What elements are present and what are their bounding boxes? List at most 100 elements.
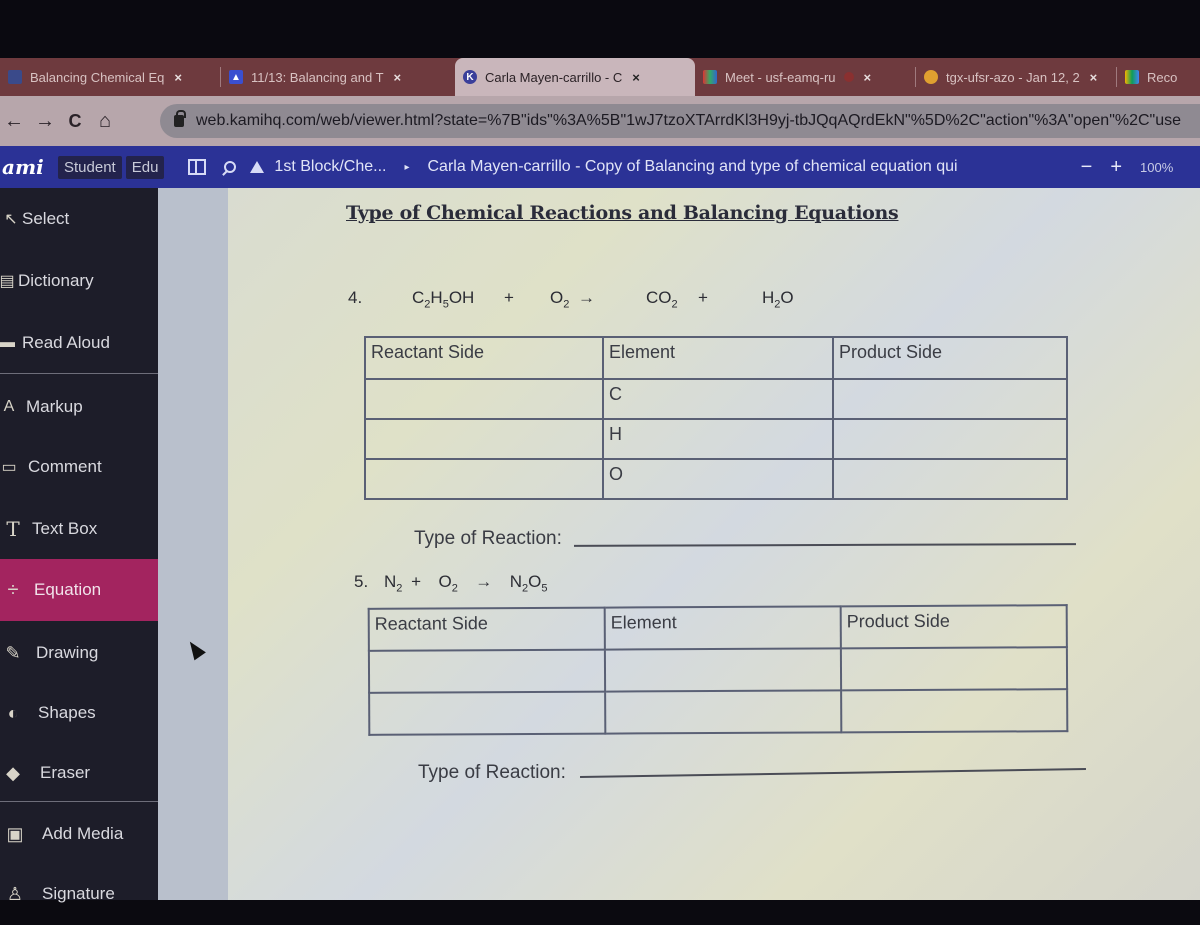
close-icon[interactable]: × <box>174 70 182 85</box>
header-element: Element <box>604 606 841 650</box>
problem-4-product-1: CO2 <box>646 288 678 311</box>
comment-icon: ▭ <box>1 459 17 476</box>
zoom-level[interactable]: 100% <box>1140 160 1200 175</box>
page-gutter <box>158 188 228 900</box>
sidebar-item-read-aloud[interactable]: ▬ Read Aloud <box>0 312 158 374</box>
eraser-icon: ◆ <box>6 762 20 783</box>
close-icon[interactable]: × <box>394 70 402 85</box>
shapes-icon: ◐ <box>7 702 19 723</box>
element-cell[interactable] <box>604 648 842 692</box>
tab-meet[interactable]: Meet - usf-eamq-ru × <box>695 58 915 96</box>
problem-4-plus-2: + <box>698 288 708 307</box>
document-title: Type of Chemical Reactions and Balancing… <box>346 202 899 224</box>
close-icon[interactable]: × <box>1090 70 1098 85</box>
meet-recording-icon <box>924 70 938 84</box>
close-icon[interactable]: × <box>632 70 640 85</box>
sidebar-item-text-box[interactable]: T Text Box <box>0 498 158 560</box>
sidebar-item-equation[interactable]: ÷ Equation <box>0 559 158 621</box>
reload-button[interactable]: C <box>60 111 90 132</box>
tab-label: Carla Mayen-carrillo - C <box>485 69 623 85</box>
problem-5-equation: N2 + O2 → N2O5 <box>384 572 548 595</box>
sidebar-item-label: Drawing <box>36 643 99 662</box>
sidebar-item-comment[interactable]: ▭ Comment <box>0 436 158 498</box>
breadcrumb-document[interactable]: Carla Mayen-carrillo - Copy of Balancing… <box>428 158 958 176</box>
kami-logo[interactable]: ami <box>0 155 50 179</box>
screen: Balancing Chemical Eq × ▲ 11/13: Balanci… <box>0 0 1200 904</box>
document-page[interactable]: Type of Chemical Reactions and Balancing… <box>228 188 1200 900</box>
problem-5-balance-table: Reactant Side Element Product Side <box>368 604 1069 736</box>
tab-carla-mayen-carrillo[interactable]: K Carla Mayen-carrillo - C × <box>455 58 695 96</box>
product-count-cell[interactable] <box>832 378 1068 420</box>
zoom-in-button[interactable]: + <box>1110 156 1122 179</box>
reactant-count-cell[interactable] <box>369 691 606 735</box>
table-header-row: Reactant Side Element Product Side <box>364 336 1068 380</box>
breadcrumb-folder[interactable]: 1st Block/Che... <box>274 158 386 176</box>
reactant-count-cell[interactable] <box>368 649 606 693</box>
table-row: H <box>364 418 1068 460</box>
sidebar-item-label: Signature <box>42 884 115 903</box>
sidebar-item-label: Add Media <box>42 824 124 843</box>
sidebar-item-label: Read Aloud <box>22 333 110 352</box>
sidebar-item-signature[interactable]: ♙ Signature <box>0 863 158 925</box>
header-reactant-side: Reactant Side <box>364 336 604 380</box>
meet-icon <box>703 70 717 84</box>
close-icon[interactable]: × <box>864 70 872 85</box>
sidebar-toggle-icon[interactable] <box>188 159 207 175</box>
drawing-brush-icon: ✎ <box>5 642 21 663</box>
breadcrumb-separator-icon: ▸ <box>404 161 410 173</box>
tab-label: Balancing Chemical Eq <box>30 69 165 85</box>
reactant-count-cell[interactable] <box>364 458 604 500</box>
sidebar-item-eraser[interactable]: ◆ Eraser <box>0 742 158 804</box>
sidebar-item-select[interactable]: ↖ Select <box>0 188 158 250</box>
sidebar-item-label: Eraser <box>40 763 91 782</box>
sidebar-item-markup[interactable]: A Markup <box>0 376 158 438</box>
tab-balancing-chemical-eq[interactable]: Balancing Chemical Eq × <box>0 58 220 96</box>
tab-label: Meet - usf-eamq-ru <box>725 69 836 85</box>
back-button[interactable]: ← <box>4 110 24 133</box>
edu-badge: Edu <box>125 155 165 179</box>
product-count-cell[interactable] <box>832 458 1068 500</box>
tool-sidebar: ↖ Select ▤ Dictionary ▬ Read Aloud A Mar… <box>0 188 158 904</box>
product-count-cell[interactable] <box>841 689 1068 733</box>
dictionary-icon: ▤ <box>0 273 15 290</box>
forward-button[interactable]: → <box>30 110 60 133</box>
sidebar-item-label: Shapes <box>38 703 96 722</box>
lock-icon <box>174 110 186 127</box>
zoom-controls: − + 100% <box>1081 146 1200 188</box>
zoom-out-button[interactable]: − <box>1081 156 1093 179</box>
header-product-side: Product Side <box>840 605 1067 649</box>
sidebar-item-drawing[interactable]: ✎ Drawing <box>0 622 158 684</box>
sidebar-item-label: Dictionary <box>18 271 94 290</box>
kami-doc-icon <box>8 70 22 84</box>
sidebar-item-label: Equation <box>34 580 102 599</box>
problem-5-type-answer-line[interactable] <box>580 768 1086 778</box>
sidebar-item-shapes[interactable]: ◐ Shapes <box>0 682 158 744</box>
element-cell[interactable] <box>605 690 842 734</box>
reactant-count-cell[interactable] <box>364 418 604 460</box>
address-bar[interactable]: web.kamihq.com/web/viewer.html?state=%7B… <box>160 104 1200 138</box>
tab-reco[interactable]: Reco <box>1117 58 1197 96</box>
markup-icon: A <box>3 398 15 415</box>
tab-label: Reco <box>1147 69 1178 85</box>
problem-4-reactant-2: O2 <box>550 288 570 311</box>
tab-label: tgx-ufsr-azo - Jan 12, 2 <box>946 69 1080 85</box>
reactant-count-cell[interactable] <box>364 378 604 420</box>
url-text[interactable]: web.kamihq.com/web/viewer.html?state=%7B… <box>196 112 1181 130</box>
table-row: O <box>364 458 1068 500</box>
problem-4-arrow: → <box>578 288 595 307</box>
element-cell: H <box>602 418 834 460</box>
problem-4-type-answer-line[interactable] <box>573 543 1077 547</box>
product-count-cell[interactable] <box>840 647 1068 691</box>
tab-tgx-ufsr-azo[interactable]: tgx-ufsr-azo - Jan 12, 2 × <box>916 58 1116 96</box>
select-arrow-icon: ↖ <box>4 211 18 228</box>
search-icon[interactable] <box>224 161 237 173</box>
tab-balancing-and-type[interactable]: ▲ 11/13: Balancing and T × <box>221 58 455 96</box>
sidebar-divider <box>0 373 158 374</box>
browser-tab-strip: Balancing Chemical Eq × ▲ 11/13: Balanci… <box>0 58 1200 96</box>
product-count-cell[interactable] <box>832 418 1068 460</box>
table-row: C <box>364 378 1068 420</box>
home-button[interactable]: ⌂ <box>90 110 120 133</box>
sidebar-item-dictionary[interactable]: ▤ Dictionary <box>0 250 158 312</box>
tab-label: 11/13: Balancing and T <box>251 69 384 85</box>
sidebar-item-add-media[interactable]: ▣ Add Media <box>0 803 158 865</box>
